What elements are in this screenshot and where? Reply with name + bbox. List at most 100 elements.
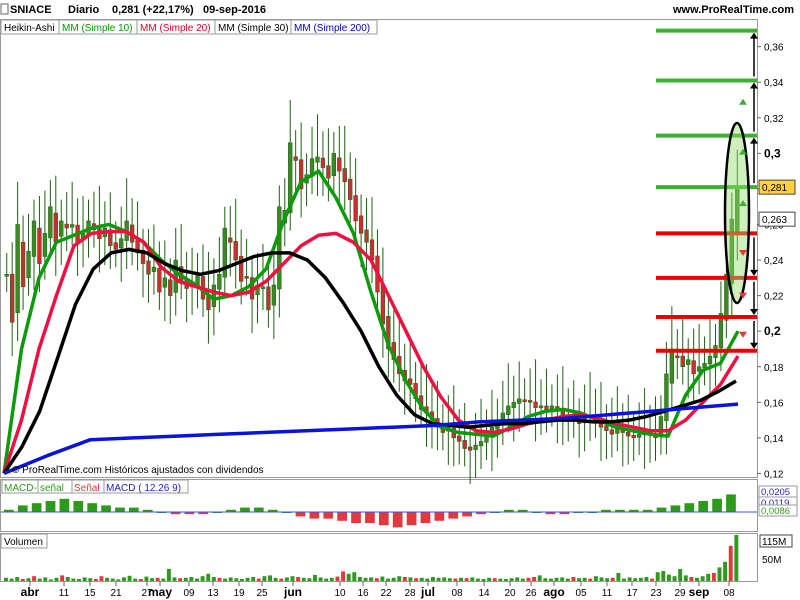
volume-bar [408, 577, 413, 581]
volume-bar [189, 577, 194, 581]
macd-bar [448, 512, 459, 519]
macd-bar [434, 512, 445, 521]
volume-title: Volumen [4, 537, 43, 548]
candle-body [348, 178, 353, 200]
candle-body [636, 434, 642, 438]
candle-body [342, 168, 347, 183]
macd-bar [309, 512, 320, 519]
candle-body [538, 405, 544, 409]
candle-body [462, 440, 467, 449]
candle-body [522, 399, 527, 402]
volume-bar [414, 578, 419, 581]
candle-body [228, 237, 233, 243]
candle-body [4, 274, 9, 277]
highlight-ellipse [723, 121, 751, 305]
candle-body [353, 195, 358, 222]
macd-bar [323, 512, 334, 519]
x-tick-label: 17 [626, 588, 638, 599]
candle-body [549, 405, 555, 409]
macd-bar [295, 512, 306, 517]
y-tick-label: 0,18 [764, 363, 784, 374]
volume-bar [234, 578, 239, 581]
volume-bar [419, 577, 424, 581]
candle-body [478, 441, 484, 447]
stock-chart: SNIACE Diario 0,281 (+22,17%) 09-sep-201… [0, 3, 798, 599]
candle-body [358, 215, 364, 234]
indicator-label: MM (Simple 10) [62, 23, 133, 34]
volume-bar [515, 577, 520, 581]
volume-bar [329, 577, 334, 581]
macd-legend-label: MACD ( 12.26 9) [106, 483, 181, 494]
volume-value-label: 115M [762, 537, 786, 548]
volume-bar [99, 576, 104, 581]
volume-bar [430, 577, 435, 581]
x-tick-label: 21 [110, 588, 122, 599]
macd-bar [420, 512, 431, 523]
volume-bar [588, 578, 593, 581]
y-tick-label: 0,32 [764, 114, 784, 125]
candle-body [686, 359, 691, 365]
watermark: © ProRealTime.com Históricos ajustados c… [12, 465, 264, 476]
macd-bar [406, 512, 417, 526]
candle-body [162, 277, 167, 288]
candle-body [533, 401, 538, 408]
volume-bar [706, 573, 711, 581]
x-tick-label: jun [283, 585, 302, 599]
volume-bar [425, 578, 430, 581]
candle-body [707, 355, 713, 365]
candle-body [315, 156, 320, 163]
date-axis: abr 11 15 21 27may 09 13 19 25 jun 10 16 22 28 jul 08 14… [21, 581, 735, 599]
volume-bar [71, 578, 76, 581]
indicator-label: MM (Simple 200) [294, 23, 370, 34]
volume-bar [93, 579, 98, 581]
x-tick-label: 16 [357, 588, 369, 599]
volume-bar [20, 579, 25, 581]
volume-bar [127, 575, 132, 581]
volume-bar [374, 578, 379, 581]
candle-body [669, 348, 675, 384]
header-date: 09-sep-2016 [203, 4, 266, 16]
volume-bar [695, 577, 699, 581]
candle-body [467, 446, 473, 451]
volume-bar [610, 577, 615, 581]
volume-bar [661, 571, 666, 581]
volume-bar [88, 578, 93, 581]
volume-bar [357, 577, 362, 581]
y-tick-label: 0,16 [764, 398, 784, 409]
x-tick-label: 26 [525, 588, 537, 599]
candle-body [59, 220, 64, 237]
candle-body [320, 157, 326, 168]
candle-body [517, 398, 522, 404]
collapse-icon[interactable] [0, 3, 9, 15]
volume-bar [239, 579, 244, 581]
volume-bar [105, 577, 110, 581]
x-tick-label: jul [420, 585, 435, 599]
x-tick-label: 10 [334, 588, 346, 599]
volume-bar [571, 577, 576, 581]
volume-bar [689, 577, 694, 581]
x-tick-label: ago [543, 585, 564, 599]
volume-bar [627, 577, 632, 581]
header-site[interactable]: www.ProRealTime.com [672, 4, 794, 16]
volume-bar [447, 578, 452, 581]
candle-body [696, 366, 702, 372]
volume-bar [582, 577, 587, 581]
volume-bar [577, 578, 582, 581]
volume-bar [498, 578, 503, 581]
candle-body [20, 241, 26, 287]
volume-bar [717, 567, 722, 581]
x-tick-label: 23 [650, 588, 662, 599]
volume-bar [318, 577, 323, 581]
volume-bar [133, 578, 138, 581]
candle-body [604, 425, 609, 432]
volume-bar [166, 569, 171, 581]
volume-bar [43, 577, 48, 581]
y-tick-label: 0,14 [764, 434, 784, 445]
volume-bar [48, 579, 53, 581]
y-tick-label: 0,22 [764, 292, 784, 303]
x-tick-label: sep [689, 585, 710, 599]
macd-bar [698, 501, 709, 512]
volume-bar [386, 578, 390, 581]
macd-bar [240, 507, 250, 512]
volume-bar [504, 579, 508, 581]
